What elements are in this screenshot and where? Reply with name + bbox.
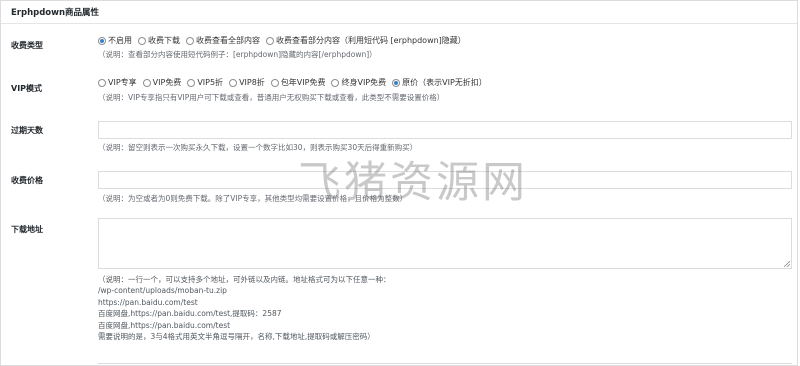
radio-icon[interactable] — [331, 78, 340, 87]
vip-mode-radio-group: VIP专享 VIP免费 VIP5折 VIP8折 包年VIP免费 终身VIP免费 … — [98, 77, 493, 88]
vip-mode-option-vip-free[interactable]: VIP免费 — [142, 77, 182, 88]
next-field-divider — [98, 363, 792, 364]
download-url-label: 下载地址 — [11, 225, 43, 234]
expire-days-label: 过期天数 — [11, 126, 43, 135]
expire-days-input[interactable] — [98, 121, 792, 139]
radio-icon[interactable] — [98, 78, 106, 87]
download-url-textarea[interactable] — [98, 218, 792, 269]
radio-icon[interactable] — [270, 78, 279, 87]
vip-mode-option-label: VIP8折 — [239, 78, 265, 87]
charge-type-option-label: 收费查看全部内容 — [196, 36, 260, 45]
charge-type-label: 收费类型 — [11, 41, 43, 50]
vip-mode-option-label: 终身VIP免费 — [341, 78, 387, 87]
charge-type-option-label: 收费查看部分内容（利用短代码 [erphpdown]隐藏） — [276, 36, 466, 45]
charge-type-option-disabled[interactable]: 不启用 — [98, 35, 132, 46]
description-line: 需要说明的是，3与4格式用英文半角逗号隔开，名称,下载地址,提取码或解压密码） — [98, 332, 375, 342]
description-line: 百度网盘,https://pan.baidu.com/test — [98, 320, 231, 330]
radio-checked-icon[interactable] — [98, 36, 106, 45]
radio-icon[interactable] — [187, 78, 196, 87]
charge-type-option-label: 收费下载 — [148, 36, 180, 45]
radio-icon[interactable] — [229, 78, 238, 87]
radio-checked-icon[interactable] — [392, 78, 401, 87]
charge-type-description: （说明：查看部分内容使用短代码例子：[erphpdown]隐藏的内容[/erph… — [98, 50, 377, 59]
charge-type-option-label: 不启用 — [108, 36, 132, 45]
vip-mode-option-lifetime-free[interactable]: 终身VIP免费 — [331, 77, 386, 88]
vip-mode-option-vip-50off[interactable]: VIP5折 — [187, 77, 223, 88]
vip-mode-label: VIP模式 — [11, 84, 43, 93]
charge-type-radio-group: 不启用 收费下载 收费查看全部内容 收费查看部分内容（利用短代码 [erphpd… — [98, 35, 472, 46]
radio-icon[interactable] — [186, 36, 194, 45]
description-line: /wp-content/uploads/moban-tu.zip — [98, 286, 227, 296]
vip-mode-option-label: 原价（表示VIP无折扣） — [402, 78, 487, 87]
metabox-title: Erphpdown商品属性 — [1, 1, 797, 24]
watermark: 飞猪资源网 — [298, 158, 528, 208]
vip-mode-option-label: VIP5折 — [197, 78, 224, 87]
vip-mode-option-label: VIP专享 — [108, 78, 137, 87]
resize-handle-icon[interactable] — [784, 261, 790, 267]
description-line: https://pan.baidu.com/test — [98, 297, 198, 307]
vip-mode-option-vip-only[interactable]: VIP专享 — [98, 77, 137, 88]
radio-icon[interactable] — [138, 36, 146, 45]
description-line: （说明：一行一个，可以支持多个地址，可外链以及内链。地址格式可为以下任意一种： — [98, 275, 391, 284]
vip-mode-option-annual-free[interactable]: 包年VIP免费 — [270, 77, 326, 88]
radio-icon[interactable] — [142, 78, 151, 87]
vip-mode-option-label: 包年VIP免费 — [280, 78, 326, 87]
price-label: 收费价格 — [11, 176, 43, 185]
charge-type-option-paid-download[interactable]: 收费下载 — [138, 35, 180, 46]
vip-mode-description: （说明：VIP专享指只有VIP用户可下载或查看，普通用户无权购买下载或查看，此类… — [98, 93, 445, 102]
vip-mode-option-vip-80off[interactable]: VIP8折 — [229, 77, 265, 88]
vip-mode-option-label: VIP免费 — [152, 78, 182, 87]
description-line: 百度网盘,https://pan.baidu.com/test,提取码：2587 — [98, 309, 282, 319]
charge-type-option-paid-view-all[interactable]: 收费查看全部内容 — [186, 35, 260, 46]
vip-mode-option-original-price[interactable]: 原价（表示VIP无折扣） — [392, 77, 487, 88]
download-url-description: （说明：一行一个，可以支持多个地址，可外链以及内链。地址格式可为以下任意一种： … — [98, 274, 391, 342]
radio-icon[interactable] — [266, 36, 274, 45]
charge-type-option-paid-view-partial[interactable]: 收费查看部分内容（利用短代码 [erphpdown]隐藏） — [266, 35, 466, 46]
